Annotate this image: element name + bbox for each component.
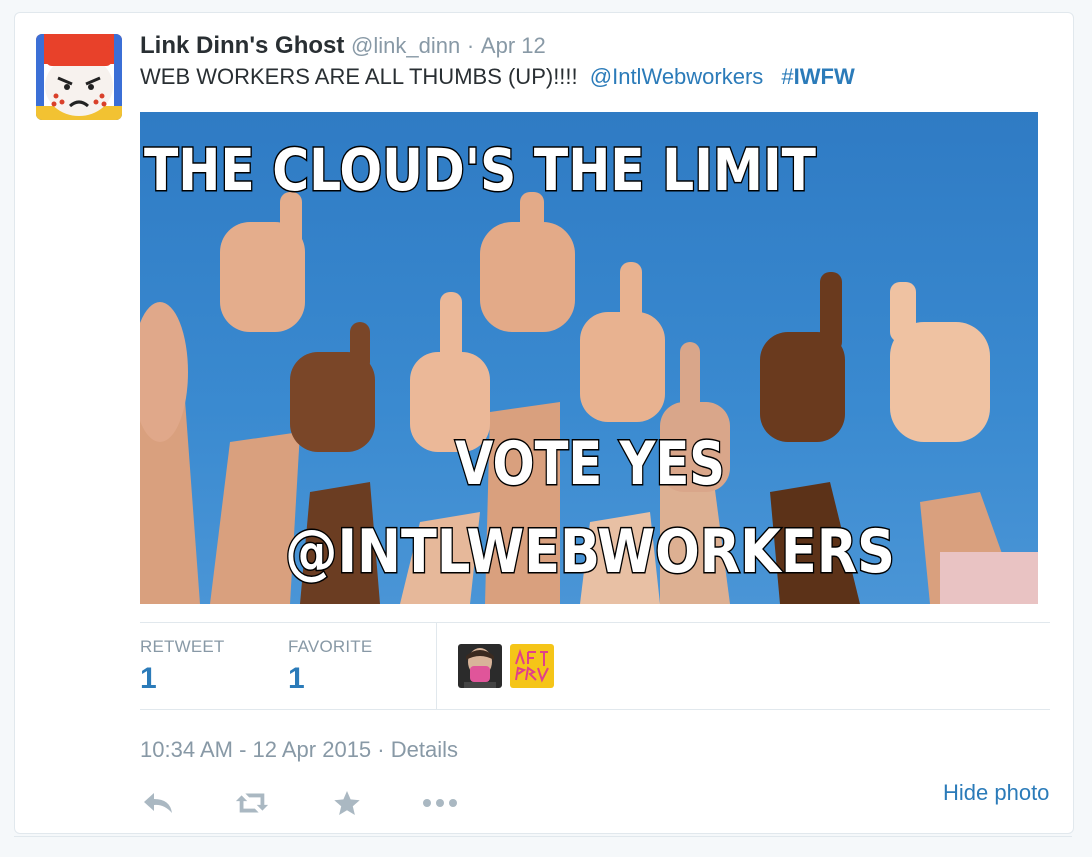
meme-line-1: THE CLOUD'S THE LIMIT [144,136,816,204]
author-avatar[interactable] [36,34,122,120]
stats-top-divider [140,622,1050,623]
more-icon [423,799,457,807]
tweet-header: Link Dinn's Ghost @link_dinn · Apr 12 [140,32,546,60]
reply-icon [144,793,172,813]
tweet-text: WEB WORKERS ARE ALL THUMBS (UP)!!!! @Int… [140,64,855,90]
retweet-icon [235,793,269,813]
tweet-date[interactable]: Apr 12 [481,33,546,58]
retweet-count[interactable]: 1 [140,662,157,696]
tweet-timestamp: 10:34 AM - 12 Apr 2015 · Details [140,737,458,763]
retweet-button[interactable] [234,786,270,820]
hide-photo-link[interactable]: Hide photo [943,780,1049,806]
author-name[interactable]: Link Dinn's Ghost [140,32,344,59]
more-button[interactable] [422,786,458,820]
header-separator: · [466,33,475,58]
stats-vertical-divider [436,623,437,709]
timestamp-separator: · [377,737,385,762]
meme-line-3: @INTLWEBWORKERS [285,517,895,587]
mention-link[interactable]: @IntlWebworkers [590,64,764,89]
reply-button[interactable] [140,786,176,820]
tweet-photo[interactable]: THE CLOUD'S THE LIMIT VOTE YES @INTLWEBW… [140,112,1038,604]
star-icon [334,791,360,815]
stats-bottom-divider [140,709,1050,710]
favoriter-avatar[interactable] [458,644,502,688]
hashtag-text: IWFW [793,64,855,89]
tweet-body: WEB WORKERS ARE ALL THUMBS (UP)!!!! [140,64,578,89]
favoriter-avatar[interactable] [510,644,554,688]
retweet-label[interactable]: RETWEET [140,637,225,657]
favorite-label[interactable]: FAVORITE [288,637,372,657]
hashtag-link[interactable]: #IWFW [781,64,854,89]
timestamp-text[interactable]: 10:34 AM - 12 Apr 2015 [140,737,371,762]
hashtag-symbol: # [781,64,794,89]
author-handle[interactable]: @link_dinn [351,33,460,58]
details-link[interactable]: Details [391,737,458,762]
favorite-button[interactable] [329,786,365,820]
next-tweet-edge [14,836,1072,857]
favorite-count[interactable]: 1 [288,662,305,696]
meme-line-2: VOTE YES [455,429,725,499]
